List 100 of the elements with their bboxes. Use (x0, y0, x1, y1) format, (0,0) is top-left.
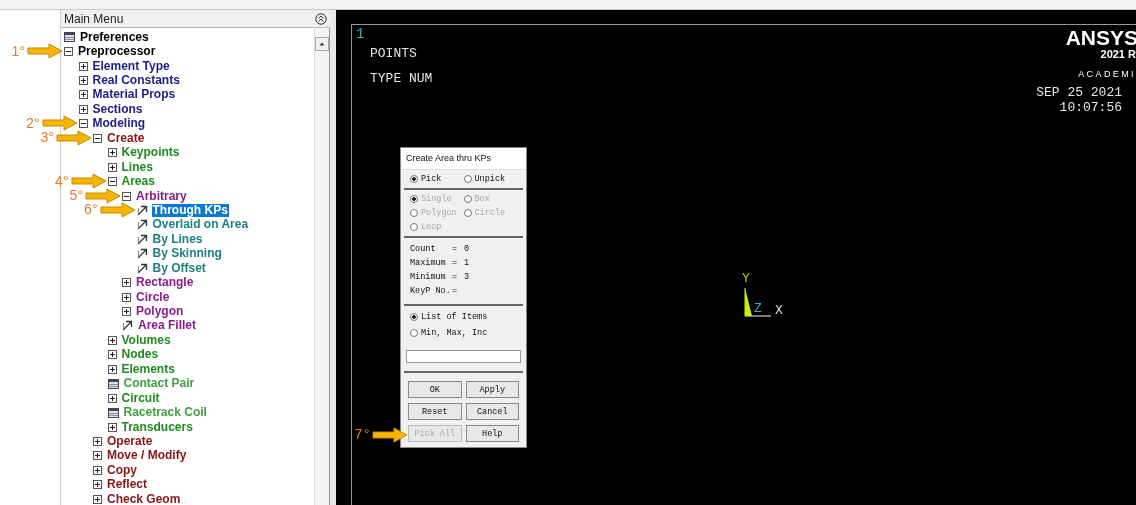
equals-sign: = (452, 286, 459, 296)
menu-item[interactable]: Polygon (135, 305, 185, 319)
arrow-icon (136, 204, 148, 216)
stat-value: 3 (464, 272, 471, 282)
menu-item[interactable]: Transducers (120, 420, 194, 434)
menu-item[interactable]: Areas (120, 175, 156, 189)
equals-sign: = (452, 272, 459, 282)
stat-label: Minimum (410, 272, 447, 282)
menu-title: Main Menu (64, 11, 124, 26)
dialog-title: Create Area thru KPs (401, 148, 526, 170)
axis-label: Z (754, 301, 762, 316)
stat-value: 0 (464, 244, 471, 254)
dialog-button[interactable]: Reset (408, 403, 462, 420)
menu-item[interactable]: Material Props (91, 88, 177, 102)
collapse-icon[interactable] (315, 12, 327, 25)
expand-box-icon[interactable] (78, 104, 88, 114)
step-label: 3° (40, 130, 54, 146)
expand-box-icon[interactable] (78, 61, 88, 71)
arrow-icon (136, 233, 148, 245)
menu-item[interactable]: Keypoints (120, 146, 181, 160)
menu-item[interactable]: Circle (135, 290, 171, 304)
callout-arrow (41, 115, 78, 132)
window-number: 1 (356, 27, 366, 41)
step-label: 7° (354, 427, 371, 443)
input-field[interactable] (406, 350, 521, 363)
expand-box-icon[interactable] (78, 90, 88, 100)
menu-item[interactable]: Circuit (120, 391, 161, 405)
expand-box-icon[interactable] (107, 364, 117, 374)
expand-box-icon[interactable] (93, 465, 102, 475)
scrollbar[interactable] (314, 28, 330, 505)
expand-box-icon[interactable] (122, 278, 131, 288)
radio-option[interactable]: Pick (410, 174, 464, 184)
expand-box-icon[interactable] (107, 148, 117, 158)
menu-item[interactable]: Elements (120, 362, 176, 376)
menu-item[interactable]: Sections (91, 102, 144, 116)
dialog-button[interactable]: Cancel (465, 403, 519, 420)
menu-item[interactable]: Area Fillet (137, 319, 198, 333)
collapse-box-icon[interactable] (64, 47, 73, 57)
menu-item[interactable]: Lines (120, 160, 154, 174)
menu-item[interactable]: Move / Modify (106, 449, 188, 463)
axis-label: Y (742, 272, 750, 286)
scroll-up-icon[interactable] (315, 37, 329, 51)
expand-box-icon[interactable] (107, 422, 117, 432)
radio-option[interactable]: Unpick (463, 174, 517, 184)
dialog-button[interactable]: Help (465, 425, 519, 442)
menu-item[interactable]: Preprocessor (77, 45, 157, 59)
menu-item[interactable]: Volumes (120, 333, 172, 347)
expand-box-icon[interactable] (107, 335, 117, 345)
callout-arrow (85, 187, 121, 204)
callout-arrow (372, 427, 408, 443)
menu-item[interactable]: Preferences (79, 30, 150, 44)
expand-box-icon[interactable] (122, 307, 131, 317)
axis-label: X (775, 303, 783, 318)
table-icon (107, 378, 119, 389)
step-label: 1° (11, 43, 25, 59)
menu-item[interactable]: Overlaid on Area (151, 218, 250, 232)
menu-item[interactable]: Modeling (91, 117, 147, 131)
menu-item[interactable]: Through KPs (151, 203, 229, 217)
expand-box-icon[interactable] (107, 162, 117, 172)
menu-item[interactable]: Check Geom (106, 492, 182, 505)
expand-box-icon[interactable] (107, 350, 117, 360)
arrow-icon (122, 320, 133, 332)
menu-item[interactable]: Reflect (106, 478, 148, 492)
legend-text: TYPE NUM (369, 70, 433, 88)
step-label: 2° (26, 115, 40, 131)
stat-label: Maximum (410, 258, 447, 268)
expand-box-icon[interactable] (122, 292, 131, 302)
menu-item[interactable]: Real Constants (91, 74, 181, 88)
legend-text: POINTS (369, 45, 418, 63)
collapse-box-icon[interactable] (122, 191, 131, 201)
expand-box-icon[interactable] (93, 451, 102, 461)
menu-item[interactable]: By Offset (151, 261, 207, 275)
expand-box-icon[interactable] (93, 494, 102, 504)
dialog-button[interactable]: Apply (465, 381, 519, 398)
radio-option[interactable]: List of Items (410, 312, 517, 322)
stat-value: 1 (464, 258, 471, 268)
menu-item[interactable]: Copy (106, 463, 138, 477)
callout-arrow (70, 173, 107, 190)
menu-item[interactable]: By Lines (151, 232, 204, 246)
callout-arrow (27, 43, 63, 60)
collapse-box-icon[interactable] (107, 177, 117, 187)
menu-item[interactable]: Create (106, 131, 146, 145)
menu-item[interactable]: Element Type (91, 59, 171, 73)
menu-item[interactable]: Operate (106, 434, 154, 448)
expand-box-icon[interactable] (107, 393, 117, 403)
expand-box-icon[interactable] (78, 76, 88, 86)
collapse-box-icon[interactable] (78, 119, 88, 129)
collapse-box-icon[interactable] (93, 133, 102, 143)
menu-item[interactable]: By Skinning (151, 247, 223, 261)
stat-label: Count (410, 244, 437, 254)
expand-box-icon[interactable] (93, 480, 102, 490)
expand-box-icon[interactable] (93, 436, 102, 446)
radio-option[interactable]: Min, Max, Inc (410, 328, 517, 338)
menu-item[interactable]: Nodes (120, 348, 160, 362)
menu-item[interactable]: Rectangle (135, 276, 195, 290)
dialog-button[interactable]: OK (408, 381, 462, 398)
equals-sign: = (452, 258, 459, 268)
stat-label: KeyP No. (410, 286, 452, 296)
menu-item[interactable]: Arbitrary (135, 189, 188, 203)
table-icon (64, 32, 75, 43)
